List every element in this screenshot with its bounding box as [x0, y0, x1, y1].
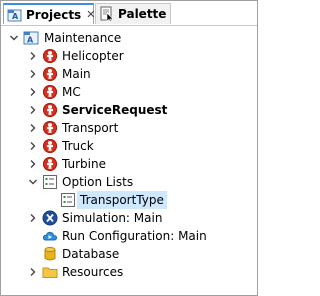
chevron-down-icon[interactable] — [28, 177, 38, 187]
svg-text:A: A — [27, 36, 34, 45]
tree-item-label: Simulation: Main — [62, 211, 163, 225]
chevron-right-icon[interactable] — [28, 267, 38, 277]
tree-item-main[interactable]: Main — [1, 65, 257, 83]
tree-item-label: Maintenance — [44, 31, 122, 45]
chevron-right-icon[interactable] — [28, 105, 38, 115]
tab-projects-label: Projects — [26, 7, 82, 22]
tree-item-label: Transport — [62, 121, 119, 135]
folder-icon — [42, 264, 58, 280]
tree-item-label: Truck — [62, 139, 94, 153]
chevron-right-icon[interactable] — [28, 141, 38, 151]
option-list-icon — [60, 192, 76, 208]
tree-item-label: Helicopter — [62, 49, 124, 63]
tree-item-helicopter[interactable]: Helicopter — [1, 47, 257, 65]
tree-item-option-lists[interactable]: Option Lists — [1, 173, 257, 191]
tree-item-database[interactable]: Database — [1, 245, 257, 263]
tree-item-transport[interactable]: Transport — [1, 119, 257, 137]
model-icon: A — [23, 30, 39, 46]
chevron-right-icon[interactable] — [28, 159, 38, 169]
agent-icon — [42, 138, 58, 154]
cloud-run-icon — [42, 228, 58, 244]
chevron-right-icon[interactable] — [28, 123, 38, 133]
svg-text:A: A — [12, 12, 19, 21]
agent-icon — [42, 84, 58, 100]
agent-icon — [42, 156, 58, 172]
chevron-right-icon[interactable] — [28, 213, 38, 223]
agent-icon — [42, 102, 58, 118]
tree-item-maintenance[interactable]: A Maintenance — [1, 29, 257, 47]
chevron-right-icon[interactable] — [28, 87, 38, 97]
tree-item-label: TransportType — [77, 191, 167, 209]
chevron-down-icon[interactable] — [9, 33, 19, 43]
tree-item-label: ServiceRequest — [62, 103, 168, 117]
tab-bar: A Projects ✕ Palette — [1, 1, 257, 26]
projects-icon: A — [7, 7, 23, 23]
tab-palette[interactable]: Palette — [95, 3, 171, 24]
tree-item-simulation[interactable]: Simulation: Main — [1, 209, 257, 227]
tab-projects[interactable]: A Projects ✕ — [3, 3, 95, 24]
option-lists-icon — [42, 174, 58, 190]
agent-icon — [42, 66, 58, 82]
tree-item-servicerequest[interactable]: ServiceRequest — [1, 101, 257, 119]
tree-item-resources[interactable]: Resources — [1, 263, 257, 281]
tree-item-mc[interactable]: MC — [1, 83, 257, 101]
palette-icon — [99, 6, 115, 22]
chevron-right-icon[interactable] — [28, 69, 38, 79]
tree-item-label: Turbine — [62, 157, 106, 171]
projects-panel: A Projects ✕ Palette A Maintenance Helic… — [0, 0, 258, 296]
database-icon — [42, 246, 58, 262]
tab-palette-label: Palette — [118, 7, 167, 21]
tree-item-transporttype[interactable]: TransportType — [1, 191, 257, 209]
tree-item-truck[interactable]: Truck — [1, 137, 257, 155]
tree-item-turbine[interactable]: Turbine — [1, 155, 257, 173]
tree-item-label: Run Configuration: Main — [62, 229, 207, 243]
tree-item-run-configuration[interactable]: Run Configuration: Main — [1, 227, 257, 245]
simulation-icon — [42, 210, 58, 226]
agent-icon — [42, 120, 58, 136]
tree-item-label: Resources — [62, 265, 124, 279]
tree-item-label: MC — [62, 85, 81, 99]
tree-item-label: Main — [62, 67, 91, 81]
tree-item-label: Database — [62, 247, 120, 261]
agent-icon — [42, 48, 58, 64]
chevron-right-icon[interactable] — [28, 51, 38, 61]
tree-item-label: Option Lists — [62, 175, 134, 189]
